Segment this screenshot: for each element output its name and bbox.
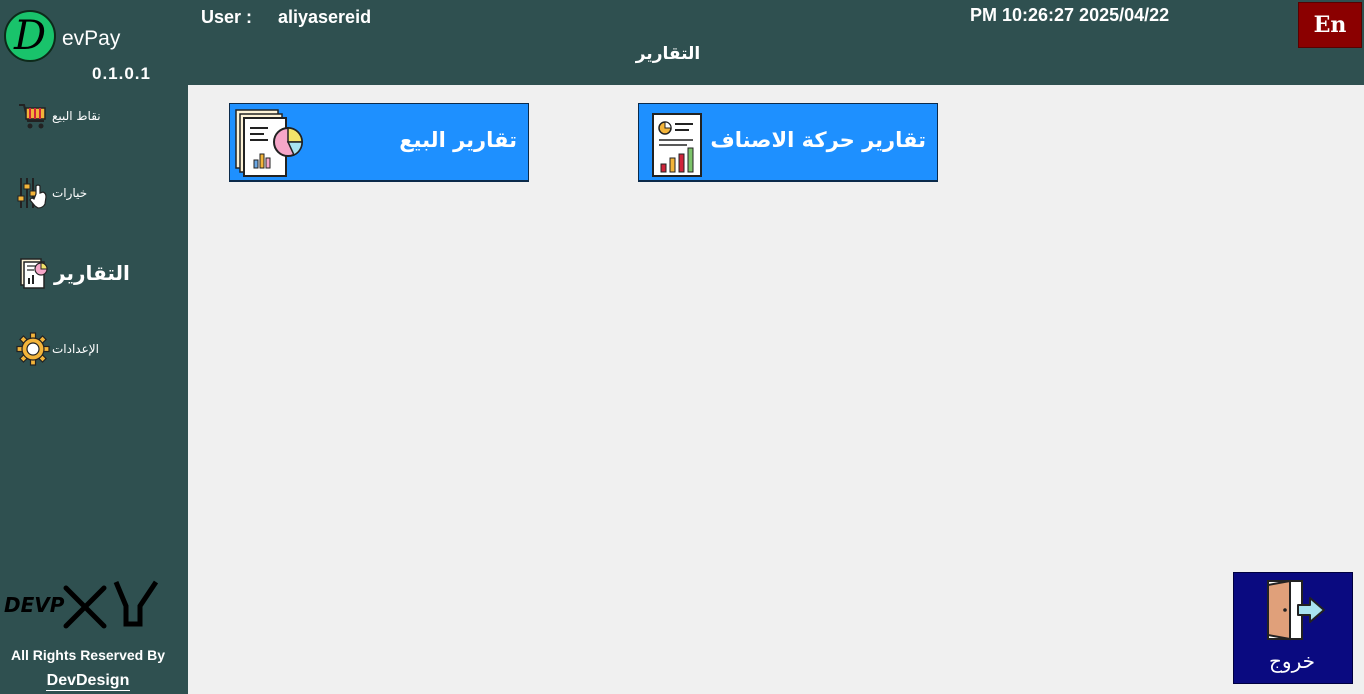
app-version: 0.1.0.1 xyxy=(92,64,151,83)
sliders-hand-icon xyxy=(16,176,50,210)
language-button[interactable]: En xyxy=(1298,2,1362,48)
company-link-wrap: DevDesign xyxy=(0,670,176,691)
company-link[interactable]: DevDesign xyxy=(45,672,131,691)
rights-text: All Rights Reserved By xyxy=(10,647,166,663)
datetime-display: PM 10:26:27 2025/04/22 xyxy=(970,5,1170,25)
sidebar-item-label: التقارير xyxy=(54,261,130,285)
devp-brand-logo: DEVP xyxy=(4,580,159,629)
exit-button[interactable]: خروج xyxy=(1233,572,1353,684)
sidebar-item-label: نقاط البيع xyxy=(52,109,101,123)
exit-door-icon xyxy=(1260,579,1328,641)
item-movement-report-button[interactable]: تقارير حركة الاصناف xyxy=(638,103,938,182)
sidebar-item-label: الإعدادات xyxy=(52,342,99,356)
sidebar-item-label: خيارات xyxy=(52,186,88,200)
exit-label: خروج xyxy=(1269,649,1315,673)
report-button-label: تقارير البيع xyxy=(399,128,517,152)
app-name: evPay xyxy=(62,27,121,50)
top-bar: User : aliyasereid التقارير PM 10:26:27 … xyxy=(188,0,1364,85)
sidebar-item-pos[interactable]: نقاط البيع xyxy=(16,99,101,133)
brand-text: DEVP xyxy=(4,593,65,617)
sales-report-button[interactable]: تقارير البيع xyxy=(229,103,529,182)
sales-report-icon xyxy=(234,108,304,178)
sidebar-item-reports[interactable]: التقارير xyxy=(16,256,130,290)
report-icon xyxy=(16,256,50,290)
sidebar: D evPay 0.1.0.1 نقاط البيع خيارات التقار… xyxy=(0,0,188,694)
page-title: التقارير xyxy=(635,44,701,64)
sidebar-item-settings[interactable]: الإعدادات xyxy=(16,332,99,366)
gear-icon xyxy=(16,332,50,366)
logo-letter: D xyxy=(13,13,47,59)
user-name: aliyasereid xyxy=(278,7,372,27)
sidebar-item-options[interactable]: خيارات xyxy=(16,176,87,210)
item-movement-report-icon xyxy=(643,108,713,178)
app-logo: D xyxy=(4,10,56,62)
report-button-label: تقارير حركة الاصناف xyxy=(710,128,926,152)
user-label: User : xyxy=(201,7,253,27)
shopping-cart-icon xyxy=(16,99,50,133)
